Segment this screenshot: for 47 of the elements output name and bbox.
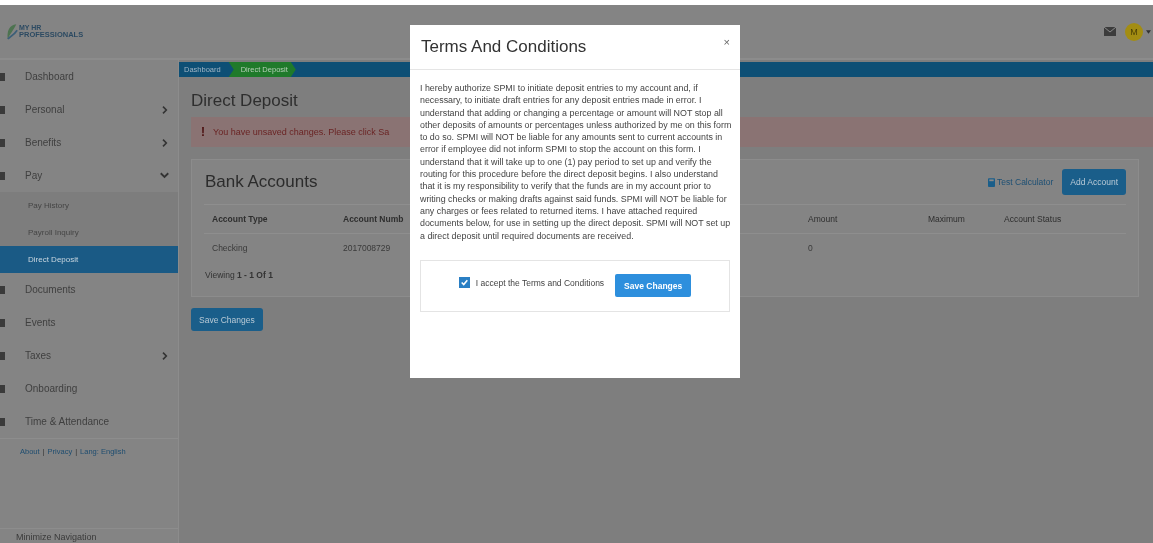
nav-item[interactable]: Taxes bbox=[0, 339, 178, 372]
nav-item[interactable]: Onboarding bbox=[0, 372, 178, 405]
calculator-icon bbox=[988, 177, 996, 187]
page-title: Direct Deposit bbox=[191, 91, 298, 111]
nav-item[interactable]: Documents bbox=[0, 273, 178, 306]
add-account-button[interactable]: Add Account bbox=[1062, 169, 1126, 195]
square-icon bbox=[0, 285, 5, 294]
square-icon bbox=[0, 105, 5, 114]
nav-subitem[interactable]: Direct Deposit bbox=[0, 246, 178, 273]
square-icon bbox=[0, 318, 5, 327]
square-icon bbox=[0, 351, 5, 360]
column-header: Maximum bbox=[928, 214, 965, 224]
square-icon bbox=[0, 72, 5, 81]
column-header: Amount bbox=[808, 214, 838, 224]
checkbox-label: I accept the Terms and Conditions bbox=[475, 277, 605, 288]
caret-icon[interactable] bbox=[1146, 29, 1151, 34]
nav-item[interactable]: Dashboard bbox=[0, 60, 178, 93]
terms-text: I hereby authorize SPMI to initiate deposit entries to my account and, if necessary, to initiate draft entries for any deposit entries made in error. I understand that adding or changing a percentage or amount will NOT stop all other deposits of amounts or percentages unless authorized by me on this form to do so. SPMI will NOT be liable for any amounts sent to current accounts in error if employee did not inform SPMI to stop the account on this form. I understand that it will take up to one (1) pay period to set up and verify the routing for this procedure before the direct deposit begins. I also understand that it is my responsibility to verify that the funds are in my account prior to writing checks or making drafts against said funds. SPMI will NOT be liable for any charges or fees related to returned items. I have attached required documents below, for use in setting up the direct deposit. SPMI will NOT set up a direct deposit until required documents are received. bbox=[420, 82, 733, 242]
nav-item[interactable]: Personal bbox=[0, 93, 178, 126]
pagination-summary: Viewing 1 - 1 Of 1 bbox=[204, 269, 273, 280]
column-header: Account Status bbox=[1004, 214, 1062, 224]
test-calculator-link[interactable]: Test Calculator bbox=[988, 177, 1054, 187]
dialog-title: Terms And Conditions bbox=[421, 37, 587, 57]
nav-item[interactable]: Time & Attendance bbox=[0, 405, 178, 438]
close-button[interactable]: × bbox=[723, 37, 730, 48]
avatar[interactable]: M bbox=[1125, 22, 1143, 41]
square-icon bbox=[0, 171, 5, 180]
nav-item[interactable]: Events bbox=[0, 306, 178, 339]
mail-icon[interactable] bbox=[1104, 27, 1116, 36]
column-header: Account Type bbox=[212, 214, 268, 224]
table-cell: 0 bbox=[808, 243, 813, 253]
nav-item[interactable]: Benefits bbox=[0, 126, 178, 159]
accept-checkbox[interactable] bbox=[458, 277, 470, 289]
minimize-navigation-link[interactable]: Minimize Navigation bbox=[0, 528, 178, 543]
alert-message: You have unsaved changes. Please click Sa bbox=[213, 127, 390, 137]
table-cell: 2017008729 bbox=[343, 243, 391, 253]
dialog-save-button[interactable]: Save Changes bbox=[615, 274, 692, 298]
exclamation-icon: ! bbox=[201, 125, 205, 139]
square-icon bbox=[0, 384, 5, 393]
card-title: Bank Accounts bbox=[205, 172, 318, 192]
column-header: Account Numb bbox=[343, 214, 404, 224]
square-icon bbox=[0, 417, 5, 426]
square-icon bbox=[0, 138, 5, 147]
table-cell: Checking bbox=[212, 243, 248, 253]
save-changes-button[interactable]: Save Changes bbox=[191, 308, 263, 331]
nav-item[interactable]: Pay bbox=[0, 159, 178, 192]
leaf-icon bbox=[6, 22, 18, 41]
